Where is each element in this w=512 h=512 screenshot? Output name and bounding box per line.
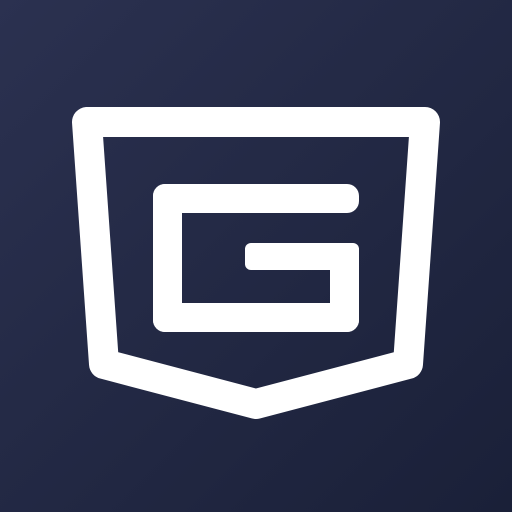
app-icon[interactable] [0, 0, 512, 512]
app-icon-artwork [0, 0, 512, 512]
